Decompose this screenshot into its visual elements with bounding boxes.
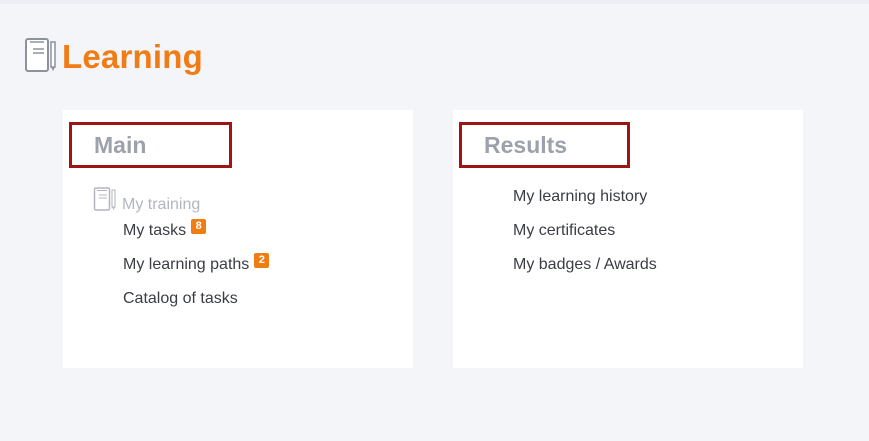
catalog-of-tasks-label: Catalog of tasks: [123, 290, 238, 307]
my-certificates-link[interactable]: My certificates: [513, 222, 657, 256]
top-bar: [0, 0, 869, 4]
main-menu: My tasks 8 My learning paths 2 Catalog o…: [123, 219, 270, 324]
my-learning-paths-count-badge: 2: [254, 253, 270, 268]
my-tasks-link[interactable]: My tasks 8: [123, 219, 269, 256]
main-card-heading: Main: [69, 122, 232, 168]
page-title: Learning: [62, 38, 203, 75]
my-tasks-count-badge: 8: [191, 219, 207, 234]
my-learning-paths-link[interactable]: My learning paths 2: [123, 253, 270, 290]
book-icon: [93, 187, 116, 211]
my-learning-history-label: My learning history: [513, 188, 648, 205]
page-header: Learning: [24, 30, 203, 80]
book-icon: [25, 38, 56, 72]
my-learning-history-link[interactable]: My learning history: [513, 188, 657, 222]
my-badges-awards-link[interactable]: My badges / Awards: [513, 256, 657, 290]
my-training-group: My training: [93, 186, 201, 213]
my-training-label: My training: [122, 196, 201, 213]
results-card: Results My learning history My certifica…: [453, 110, 803, 368]
main-card-title: Main: [94, 131, 147, 158]
my-badges-awards-label: My badges / Awards: [513, 256, 657, 273]
results-card-heading: Results: [459, 122, 630, 168]
my-tasks-label: My tasks: [123, 222, 187, 239]
my-certificates-label: My certificates: [513, 222, 616, 239]
results-card-title: Results: [484, 131, 568, 158]
catalog-of-tasks-link[interactable]: Catalog of tasks: [123, 290, 269, 324]
my-learning-paths-label: My learning paths: [123, 256, 250, 273]
results-menu: My learning history My certificates My b…: [513, 188, 657, 290]
main-card: Main My training My tasks 8 My learning …: [63, 110, 413, 368]
